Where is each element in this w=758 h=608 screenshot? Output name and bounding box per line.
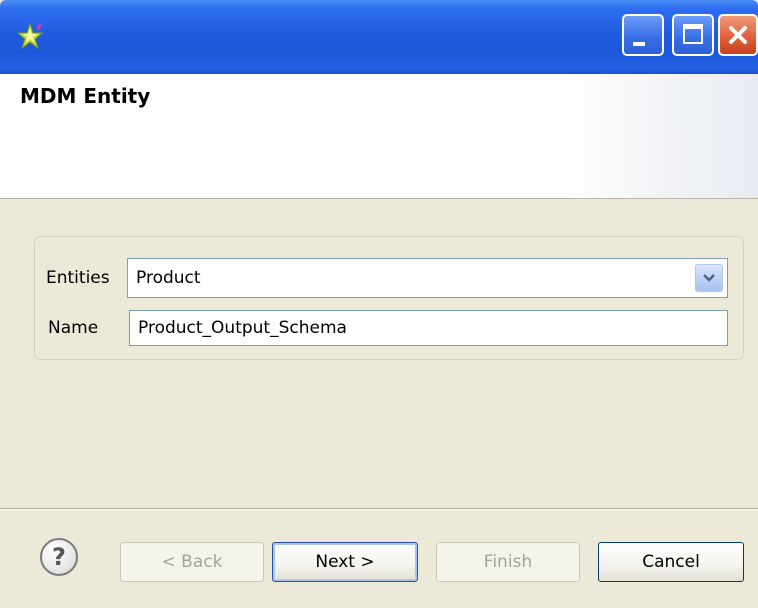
entities-selected-value: Product [136, 268, 201, 288]
back-button[interactable]: < Back [120, 542, 264, 582]
dropdown-arrow-button[interactable] [695, 264, 723, 292]
close-button[interactable] [718, 14, 758, 56]
name-field-value: Product_Output_Schema [138, 318, 347, 338]
help-icon[interactable]: ? [40, 538, 78, 576]
finish-button[interactable]: Finish [436, 542, 580, 582]
chevron-down-icon [703, 274, 715, 282]
wizard-window: MDM Entity Entities Product Name Product… [0, 0, 758, 608]
maximize-icon [683, 24, 703, 44]
next-button[interactable]: Next > [272, 542, 418, 582]
minimize-icon [633, 42, 645, 46]
wizard-header-banner: MDM Entity [0, 74, 758, 199]
maximize-button[interactable] [672, 14, 714, 56]
footer-divider [0, 508, 758, 510]
page-title: MDM Entity [20, 84, 151, 108]
close-icon [720, 16, 756, 54]
entities-label: Entities [46, 268, 110, 288]
minimize-button[interactable] [622, 14, 664, 56]
name-field[interactable]: Product_Output_Schema [129, 310, 728, 346]
name-label: Name [48, 318, 99, 338]
title-bar[interactable] [0, 0, 758, 74]
app-star-icon [14, 20, 48, 54]
cancel-button[interactable]: Cancel [598, 542, 744, 582]
entities-combobox[interactable]: Product [127, 258, 728, 298]
